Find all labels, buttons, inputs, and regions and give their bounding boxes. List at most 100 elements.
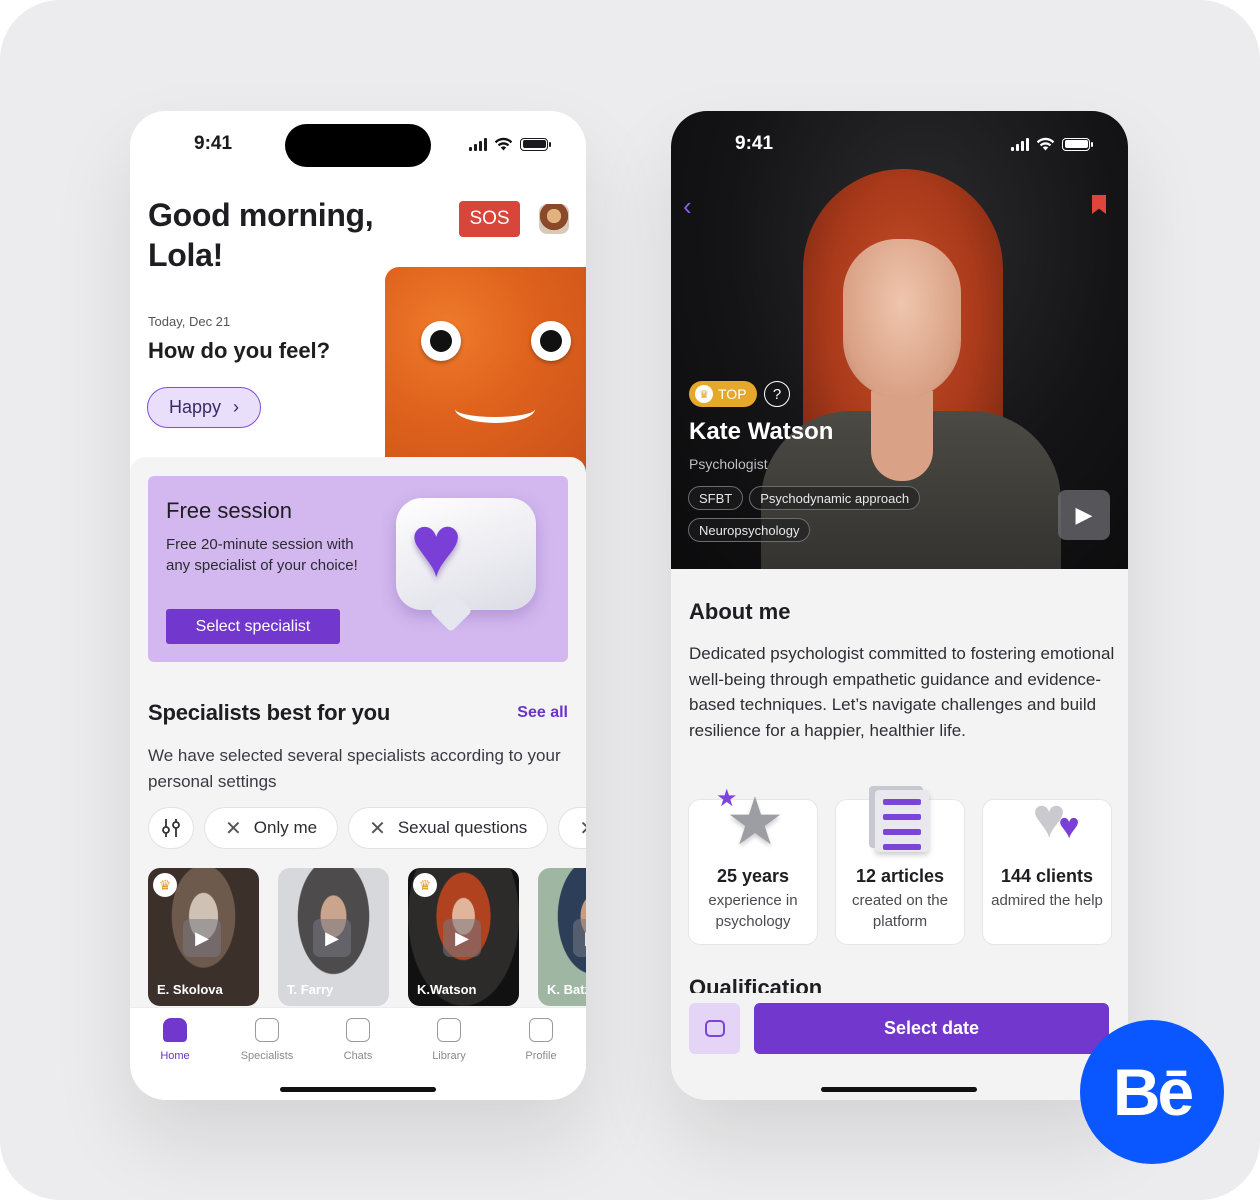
- back-chevron-icon[interactable]: ‹: [683, 191, 692, 222]
- specialist-profile-screen: 9:41 ‹ ♛ TOP ? Kate Watson Psychologist …: [671, 111, 1128, 1100]
- showcase-canvas: 9:41 Good morning, Lola! SOS Today, Dec …: [0, 0, 1260, 1200]
- specialist-card[interactable]: ♛ ▶ K.Watson: [408, 868, 519, 1006]
- stat-label: experience in psychology: [708, 892, 798, 930]
- specialists-description: We have selected several specialists acc…: [148, 746, 561, 791]
- greeting-title: Good morning, Lola!: [148, 197, 374, 273]
- play-icon: ▶: [1075, 502, 1093, 527]
- battery-icon: [520, 137, 551, 151]
- free-session-card: Free session Free 20-minute session with…: [148, 476, 568, 662]
- glasses-icon: [255, 1018, 279, 1042]
- tab-library[interactable]: Library: [404, 1018, 494, 1062]
- specialist-hero: 9:41 ‹ ♛ TOP ? Kate Watson Psychologist …: [671, 111, 1128, 569]
- stat-value: 12 articles: [855, 866, 945, 886]
- sos-button[interactable]: SOS: [459, 201, 520, 237]
- stat-card-experience: ★ ★ 25 years experience in psychology: [688, 785, 818, 945]
- filter-chip-more[interactable]: ✕: [558, 807, 586, 849]
- filter-chip-sexual-questions[interactable]: ✕ Sexual questions: [348, 807, 549, 849]
- document-icon: [875, 790, 929, 852]
- status-bar: 9:41: [130, 111, 586, 177]
- play-video-button[interactable]: ▶: [1058, 490, 1110, 540]
- promo-description: Free 20-minute session with any speciali…: [166, 536, 358, 574]
- user-avatar[interactable]: [539, 204, 569, 234]
- tab-chats[interactable]: Chats: [313, 1018, 403, 1062]
- status-icons: [1011, 137, 1093, 151]
- chat-button[interactable]: [689, 1003, 740, 1054]
- play-icon[interactable]: ▶: [183, 919, 221, 957]
- mood-label: Happy: [168, 397, 222, 417]
- see-all-link[interactable]: See all: [517, 704, 568, 722]
- sliders-icon: [162, 819, 180, 837]
- heart-bubble-illustration: ♥: [396, 498, 536, 610]
- chat-icon: [704, 1020, 725, 1037]
- tab-specialists[interactable]: Specialists: [222, 1018, 312, 1062]
- status-bar: 9:41: [671, 111, 1128, 177]
- today-date: Today, Dec 21: [148, 314, 231, 329]
- home-screen: 9:41 Good morning, Lola! SOS Today, Dec …: [130, 111, 586, 1100]
- heart-icon: ♥ ♥: [1032, 786, 1080, 849]
- hearts-illustration: ♥ ♥: [1018, 788, 1080, 854]
- purple-heart-icon: ♥: [1058, 805, 1080, 846]
- close-icon[interactable]: ✕: [369, 816, 386, 841]
- play-icon[interactable]: ▶: [573, 919, 586, 957]
- crown-icon: ♛: [413, 873, 437, 897]
- help-icon[interactable]: ?: [764, 381, 790, 407]
- specialist-card[interactable]: ▶ K. Batz: [538, 868, 586, 1006]
- stat-value: 25 years: [716, 866, 790, 886]
- stat-card-articles: 12 articles created on the platform: [835, 790, 965, 945]
- specialist-cards: ♛ ▶ E. Skolova ▶ T. Farry ♛ ▶ K.Watson ▶…: [148, 868, 586, 1006]
- tag-chip: SFBT: [688, 486, 744, 510]
- select-specialist-button[interactable]: Select specialist: [166, 609, 340, 644]
- stat-label: admired the help: [991, 892, 1103, 909]
- mascot-eye-left: [421, 321, 461, 361]
- play-icon[interactable]: ▶: [443, 919, 481, 957]
- specialist-name: K. Batz: [547, 982, 586, 997]
- home-content: Free session Free 20-minute session with…: [130, 457, 586, 1017]
- select-date-button[interactable]: Select date: [754, 1003, 1109, 1054]
- battery-icon: [1062, 137, 1093, 151]
- stat-card-clients: ♥ ♥ 144 clients admired the help: [982, 788, 1112, 945]
- home-header: 9:41 Good morning, Lola! SOS Today, Dec …: [130, 111, 586, 477]
- crown-icon: ♛: [153, 873, 177, 897]
- stat-value: 144 clients: [1000, 866, 1094, 886]
- mood-mascot-illustration: [385, 267, 586, 477]
- specialist-role: Psychologist: [689, 456, 768, 472]
- status-time: 9:41: [194, 133, 233, 154]
- tab-home[interactable]: Home: [130, 1018, 220, 1062]
- mascot-eye-right: [531, 321, 571, 361]
- home-indicator: [821, 1087, 977, 1092]
- promo-title: Free session: [166, 498, 292, 523]
- close-icon[interactable]: ✕: [225, 816, 242, 841]
- smiley-icon: [529, 1018, 553, 1042]
- status-icons: [469, 137, 551, 151]
- about-text: Dedicated psychologist committed to fost…: [689, 644, 1115, 740]
- cellular-signal-icon: [1011, 137, 1029, 151]
- mood-question: How do you feel?: [148, 338, 331, 363]
- tag-chip: Psychodynamic approach: [749, 486, 921, 510]
- mood-select-button[interactable]: Happy ›: [147, 387, 261, 428]
- crown-icon: ♛: [695, 385, 713, 403]
- star-illustration: ★ ★: [716, 785, 786, 854]
- specialist-name: E. Skolova: [157, 982, 223, 997]
- bookmark-icon[interactable]: [1092, 195, 1106, 214]
- specialist-name: T. Farry: [287, 982, 334, 997]
- specialist-name: K.Watson: [417, 982, 477, 997]
- filter-chip-only-me[interactable]: ✕ Only me: [204, 807, 339, 849]
- filter-settings-button[interactable]: [148, 807, 194, 849]
- wifi-icon: [1036, 137, 1055, 151]
- dynamic-island: [285, 124, 431, 167]
- play-icon[interactable]: ▶: [313, 919, 351, 957]
- documents-illustration: [871, 788, 933, 854]
- mascot-smile: [455, 395, 535, 423]
- home-icon: [163, 1018, 187, 1042]
- about-title: About me: [689, 599, 791, 624]
- specialist-card[interactable]: ♛ ▶ E. Skolova: [148, 868, 259, 1006]
- bottom-tab-bar: Home Specialists Chats Library Profile: [130, 1007, 586, 1100]
- chevron-right-icon: ›: [233, 397, 240, 417]
- specialist-name: Kate Watson: [689, 418, 834, 445]
- tag-chip: Neuropsychology: [688, 518, 811, 542]
- tab-profile[interactable]: Profile: [496, 1018, 586, 1062]
- specialist-card[interactable]: ▶ T. Farry: [278, 868, 389, 1006]
- status-time: 9:41: [735, 133, 774, 154]
- portrait-neck: [871, 391, 933, 481]
- close-icon[interactable]: ✕: [579, 816, 586, 841]
